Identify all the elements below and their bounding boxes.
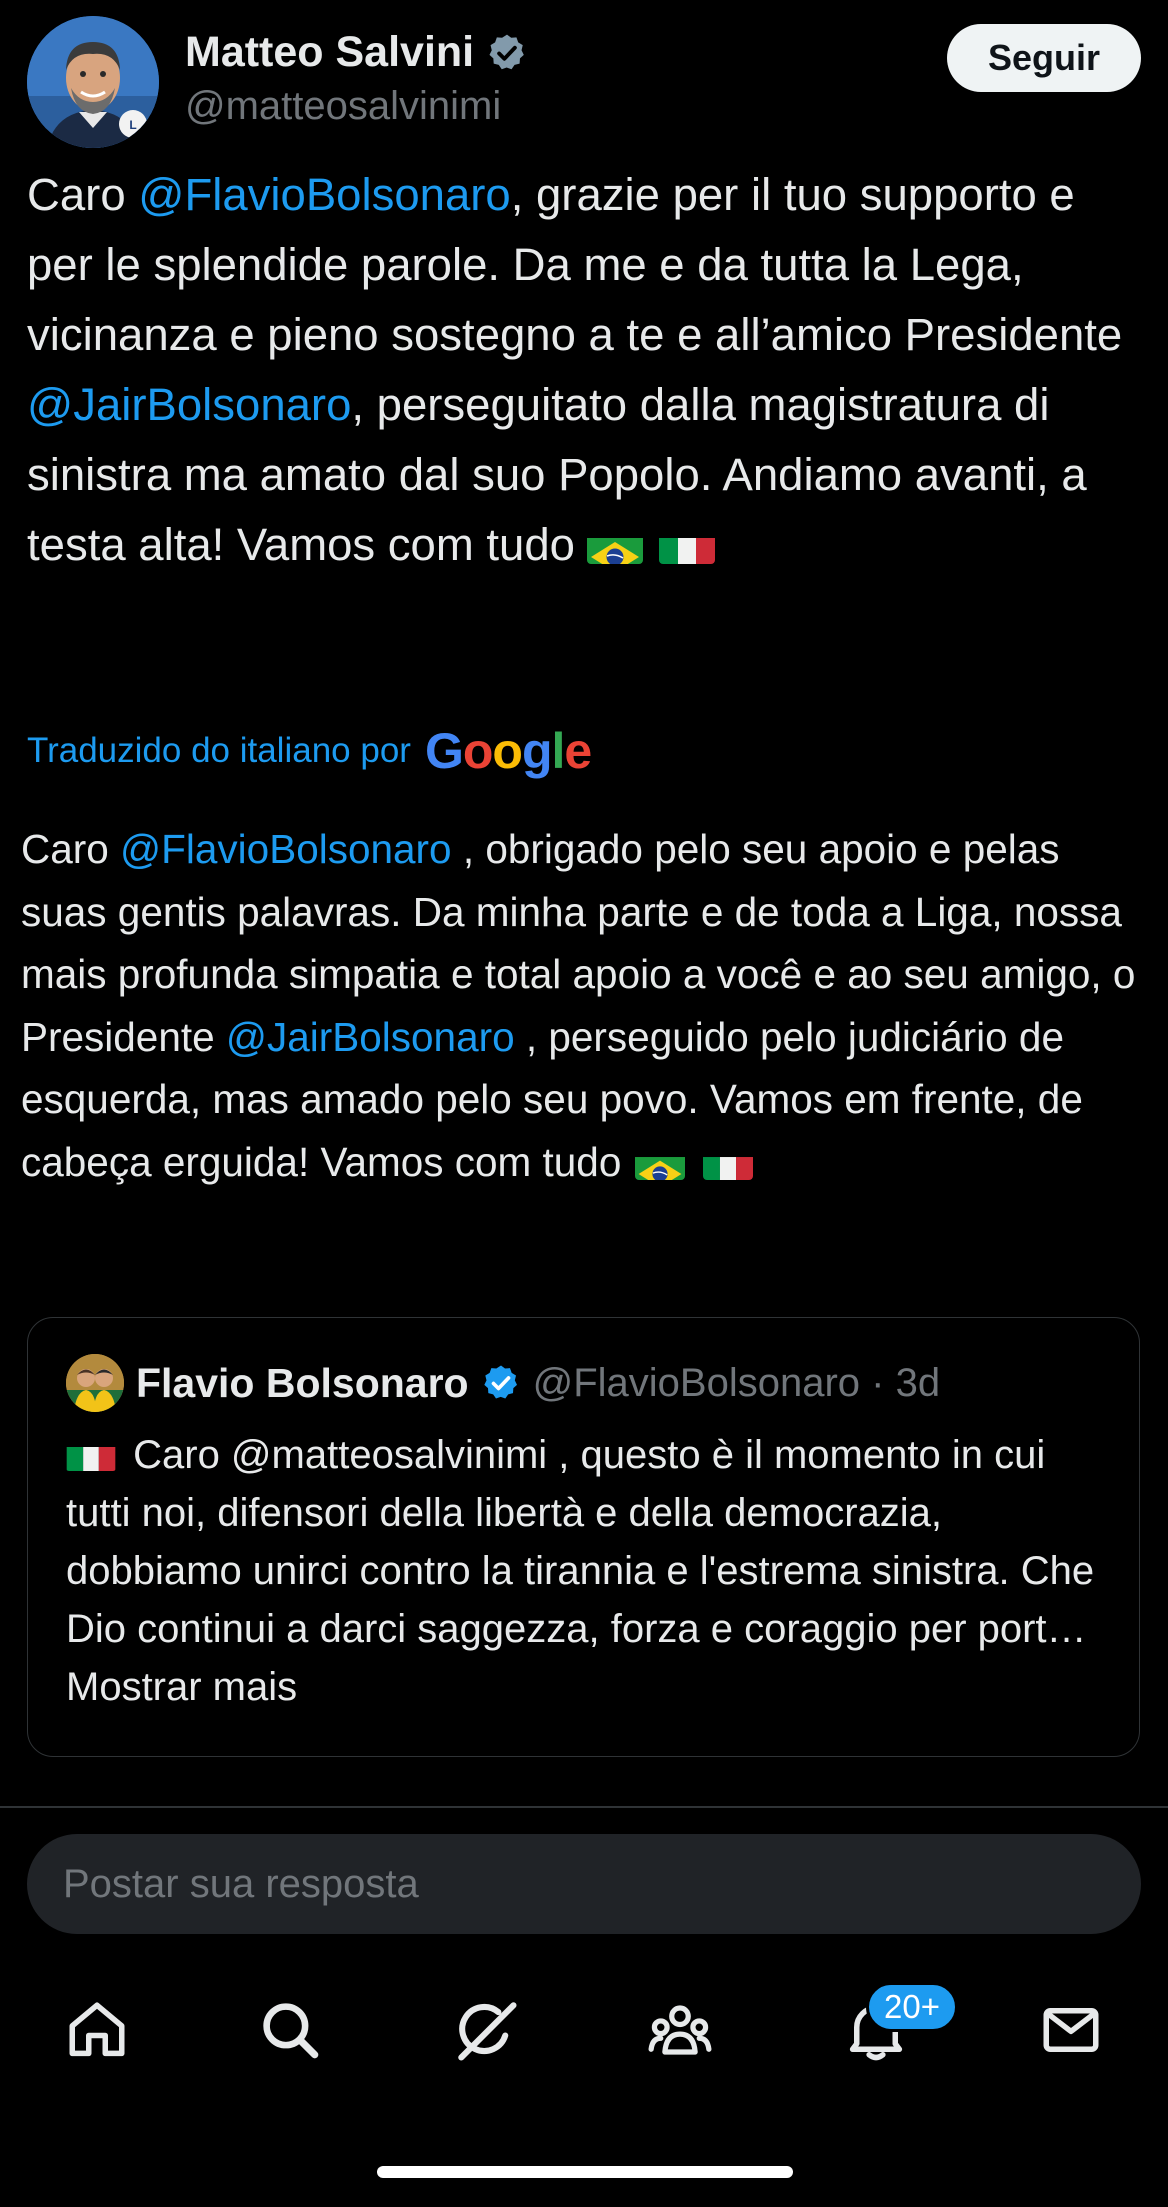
mention-link[interactable]: @FlavioBolsonaro: [138, 169, 510, 220]
quoted-tweet-card[interactable]: Flavio Bolsonaro @FlavioBolsonaro · 3d C…: [27, 1317, 1140, 1757]
person-avatar-icon: L: [27, 16, 159, 148]
nav-search[interactable]: [235, 1975, 345, 2085]
nav-communities[interactable]: [625, 1975, 735, 2085]
person-avatar-icon: [66, 1354, 124, 1412]
quoted-author-avatar[interactable]: [66, 1354, 124, 1412]
brazil-flag-icon: [586, 526, 643, 564]
italy-flag-icon: [703, 1146, 754, 1180]
reply-input[interactable]: [27, 1834, 1141, 1934]
communities-icon: [648, 2005, 712, 2055]
quoted-tweet-header: Flavio Bolsonaro @FlavioBolsonaro · 3d: [66, 1354, 940, 1412]
author-handle[interactable]: @matteosalvinimi: [185, 84, 501, 129]
tweet-text: Caro @FlavioBolsonaro, grazie per il tuo…: [27, 160, 1137, 580]
quoted-tweet-body: Caro @matteosalvinimi , questo è il mome…: [66, 1433, 1095, 1651]
author-avatar[interactable]: L: [27, 16, 159, 148]
brazil-flag-icon: [635, 1146, 686, 1180]
translation-text-segment: Caro: [21, 826, 121, 872]
google-logo: Google: [424, 723, 592, 779]
italy-flag-icon: [658, 526, 715, 564]
quoted-author-handle-time[interactable]: @FlavioBolsonaro · 3d: [533, 1361, 940, 1406]
tweet-text-segment: Caro: [27, 169, 139, 220]
tweet-header: L Matteo Salvini @matteosalvinimi Seguir: [27, 16, 1141, 148]
translation-attribution: Traduzido do italiano por Google: [27, 722, 592, 780]
nav-grok[interactable]: [431, 1975, 541, 2085]
home-icon: [69, 2002, 125, 2057]
nav-messages[interactable]: [1016, 1975, 1126, 2085]
translation-label[interactable]: Traduzido do italiano por: [27, 731, 411, 771]
search-icon: [263, 2003, 319, 2059]
author-name-row: Matteo Salvini: [185, 28, 528, 77]
author-name[interactable]: Matteo Salvini: [185, 28, 474, 77]
grok-icon: [458, 2002, 517, 2061]
messages-icon: [1043, 2008, 1099, 2052]
home-indicator[interactable]: [377, 2166, 793, 2178]
italy-flag-icon: [66, 1438, 116, 1471]
mention-link[interactable]: @JairBolsonaro: [27, 379, 351, 430]
mention-link[interactable]: @JairBolsonaro: [226, 1014, 515, 1060]
verified-badge-icon: [483, 1365, 517, 1399]
svg-text:L: L: [129, 118, 136, 132]
mention-link[interactable]: @FlavioBolsonaro: [120, 826, 452, 872]
verified-badge-icon: [489, 34, 524, 69]
bottom-navigation: [0, 1975, 1168, 2085]
quoted-author-name[interactable]: Flavio Bolsonaro: [136, 1360, 469, 1407]
divider: [0, 1806, 1168, 1808]
quoted-tweet-text: Caro @matteosalvinimi , questo è il mome…: [66, 1426, 1116, 1716]
translation-text: Caro @FlavioBolsonaro , obrigado pelo se…: [21, 818, 1151, 1193]
notification-count-badge: 20+: [866, 1982, 958, 2032]
follow-button[interactable]: Seguir: [947, 24, 1141, 92]
show-more-link[interactable]: Mostrar mais: [66, 1665, 297, 1709]
nav-home[interactable]: [42, 1975, 152, 2085]
